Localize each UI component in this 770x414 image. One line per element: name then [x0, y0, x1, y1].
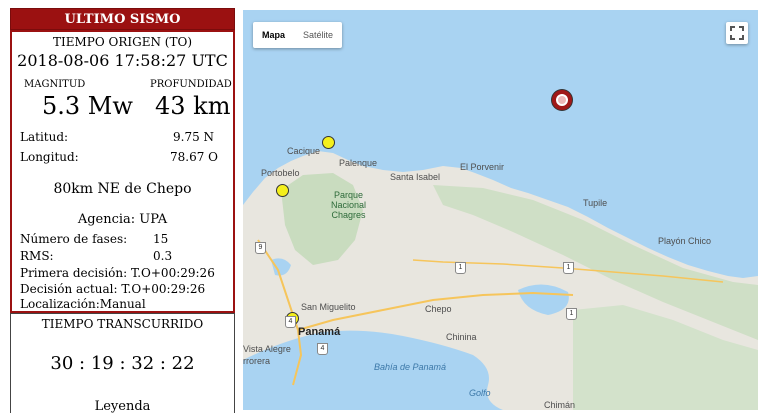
map-type-button[interactable]: Mapa — [253, 22, 294, 48]
satellite-type-button[interactable]: Satélite — [294, 22, 342, 48]
route-shield: 1 — [566, 308, 577, 320]
route-shield: 9 — [255, 242, 266, 254]
place-label: El Porvenir — [460, 162, 505, 172]
elapsed-time-box: TIEMPO TRANSCURRIDO 30 : 19 : 32 : 22 Le… — [10, 313, 235, 414]
park-label-line: Nacional — [331, 200, 367, 210]
elapsed-value: 30 : 19 : 32 : 22 — [50, 353, 195, 374]
origin-time: 2018-08-06 17:58:27 UTC — [17, 51, 228, 70]
latitude-value: 9.75 N — [173, 130, 215, 144]
place-label: Tupile — [583, 198, 608, 208]
place-label: San Miguelito — [301, 302, 356, 312]
rms-label: RMS: — [20, 249, 54, 263]
longitude-label: Longitud: — [20, 150, 79, 164]
place-label: Playón Chico — [658, 236, 712, 246]
depth-value: 43 km — [155, 92, 231, 120]
location-text: 80km NE de Chepo — [53, 181, 192, 197]
place-label: Vista Alegre — [243, 344, 291, 354]
epicenter-marker[interactable] — [552, 90, 572, 110]
left-panel: ULTIMO SISMO TIEMPO ORIGEN (TO) 2018-08-… — [0, 0, 238, 414]
magnitude-value: 5.3 Mw — [42, 92, 133, 120]
place-label: Chepo — [425, 304, 452, 314]
water-label: Bahía de Panamá — [374, 362, 447, 372]
seismic-station-marker[interactable] — [322, 136, 335, 149]
quake-info-box: TIEMPO ORIGEN (TO) 2018-08-06 17:58:27 U… — [10, 30, 235, 313]
phases-label: Número de fases: — [20, 232, 128, 246]
place-label: Chimán — [544, 400, 576, 410]
route-shield: 4 — [317, 343, 328, 355]
place-label: Santa Isabel — [390, 172, 441, 182]
park-label-line: Chagres — [331, 210, 366, 220]
first-decision: Primera decisión: T.O+00:29:26 — [20, 266, 215, 280]
rms-value: 0.3 — [153, 249, 173, 263]
longitude-value: 78.67 O — [170, 150, 219, 164]
depth-label: PROFUNDIDAD — [150, 79, 232, 90]
panel-header: ULTIMO SISMO — [10, 8, 235, 30]
origin-label: TIEMPO ORIGEN (TO) — [53, 35, 192, 49]
place-label: Portobelo — [261, 168, 300, 178]
place-label: Cacique — [287, 146, 321, 156]
agency-text: Agencia: UPA — [77, 212, 168, 227]
map-type-control: Mapa Satélite — [253, 22, 343, 48]
current-decision: Decisión actual: T.O+00:29:26 — [20, 282, 206, 296]
route-shield: 1 — [563, 262, 574, 274]
park-label-line: Parque — [334, 190, 364, 200]
elapsed-label: TIEMPO TRANSCURRIDO — [41, 317, 204, 331]
localization-text: Localización:Manual — [20, 297, 146, 311]
water-label: Golfo — [469, 388, 491, 398]
route-shield: 1 — [455, 262, 466, 274]
fullscreen-button[interactable] — [726, 22, 748, 44]
latitude-label: Latitud: — [20, 130, 69, 144]
city-label: Panamá — [298, 326, 341, 338]
place-label: Palenque — [339, 158, 378, 168]
phases-value: 15 — [153, 232, 169, 246]
seismic-station-marker[interactable] — [276, 184, 289, 197]
legend-title: Leyenda — [94, 399, 151, 414]
place-label: Chinina — [446, 332, 477, 342]
magnitude-label: MAGNITUD — [24, 79, 86, 90]
fullscreen-icon — [730, 26, 744, 40]
park-label: Parque Nacional Chagres — [331, 190, 366, 220]
map-view[interactable]: Mapa Satélite Cacique Palenque El Porven… — [243, 10, 758, 410]
route-shield: 4 — [285, 316, 296, 328]
place-label: rrorera — [243, 356, 271, 366]
